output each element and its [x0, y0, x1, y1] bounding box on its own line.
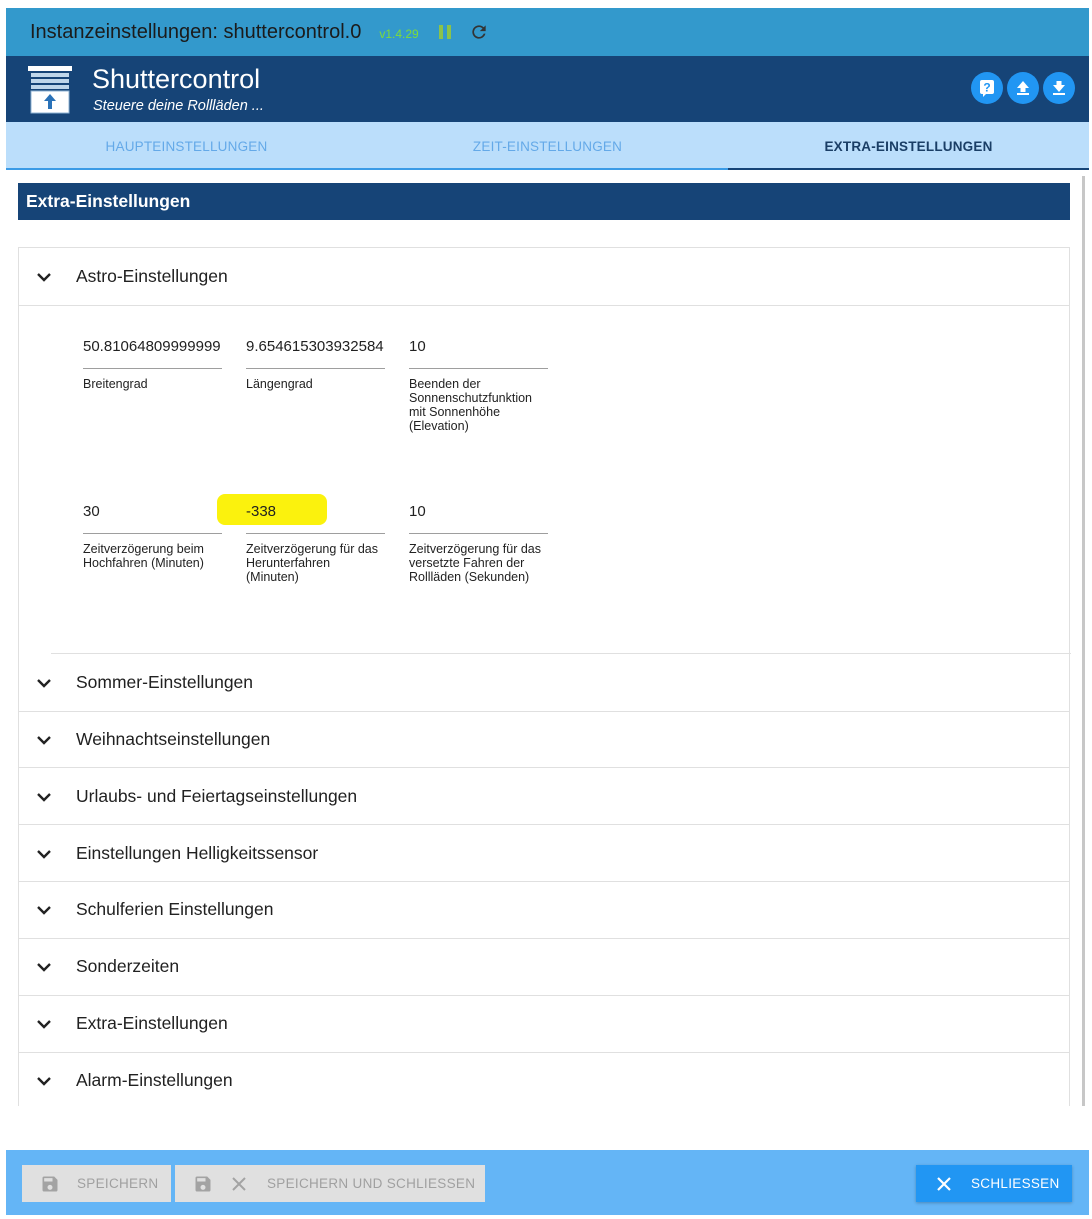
input-underline	[83, 533, 222, 534]
close-label: SCHLIESSEN	[971, 1176, 1060, 1191]
elevation-label: Beenden der Sonnenschutzfunktion mit Son…	[409, 377, 533, 433]
chevron-down-icon	[37, 849, 51, 859]
chevron-down-icon	[37, 792, 51, 802]
staggered-delay-input[interactable]: 10	[409, 500, 548, 523]
latitude-field: 50.81064809999999 Breitengrad	[83, 335, 222, 391]
chevron-down-icon	[37, 1076, 51, 1086]
accordion-label: Schulferien Einstellungen	[76, 899, 274, 919]
delay-up-input[interactable]: 30	[83, 500, 222, 523]
latitude-label: Breitengrad	[83, 377, 148, 391]
accordion-schulferien[interactable]: Schulferien Einstellungen	[19, 881, 1069, 938]
input-underline	[246, 368, 385, 369]
section-title: Extra-Einstellungen	[18, 183, 1070, 220]
chevron-down-icon	[37, 962, 51, 972]
dialog-window: Instanzeinstellungen: shuttercontrol.0 v…	[6, 8, 1089, 1215]
shutter-logo-icon	[28, 66, 72, 114]
close-icon	[232, 1176, 246, 1191]
accordion-sommer[interactable]: Sommer-Einstellungen	[19, 654, 1069, 711]
save-close-label: SPEICHERN UND SCHLIESSEN	[267, 1176, 476, 1191]
help-icon: ?	[980, 80, 994, 97]
accordion-urlaub[interactable]: Urlaubs- und Feiertagseinstellungen	[19, 768, 1069, 825]
accordion-label: Weihnachtseinstellungen	[76, 729, 271, 749]
accordion-label: Urlaubs- und Feiertagseinstellungen	[76, 786, 358, 806]
longitude-label: Längengrad	[246, 377, 313, 391]
scrollbar[interactable]	[1082, 176, 1085, 1106]
close-button[interactable]: SCHLIESSEN	[916, 1165, 1072, 1202]
tab-haupteinstellungen[interactable]: HAUPTEINSTELLUNGEN	[6, 122, 367, 170]
save-close-button[interactable]: SPEICHERN UND SCHLIESSEN	[175, 1165, 485, 1202]
accordion-label: Alarm-Einstellungen	[76, 1070, 233, 1090]
accordion-label: Sonderzeiten	[76, 956, 180, 976]
chevron-down-icon	[37, 735, 51, 745]
elevation-field: 10 Beenden der Sonnenschutzfunktion mit …	[409, 335, 548, 433]
upload-icon	[1017, 81, 1029, 95]
window-title: Instanzeinstellungen: shuttercontrol.0	[30, 20, 362, 43]
tab-extra-einstellungen[interactable]: EXTRA-EINSTELLUNGEN	[728, 122, 1089, 170]
elevation-input[interactable]: 10	[409, 335, 548, 358]
app-name: Shuttercontrol	[92, 64, 261, 94]
download-button[interactable]	[1043, 72, 1075, 104]
save-label: SPEICHERN	[77, 1176, 159, 1191]
delay-down-field: -338 Zeitverzögerung für das Herunterfah…	[246, 500, 385, 584]
accordion-astro[interactable]: Astro-Einstellungen	[19, 248, 1069, 305]
accordion-helligkeit[interactable]: Einstellungen Helligkeitssensor	[19, 825, 1069, 882]
delay-down-label: Zeitverzögerung für das Herunterfahren (…	[246, 542, 379, 584]
delay-down-input[interactable]: -338	[246, 500, 385, 523]
upload-button[interactable]	[1007, 72, 1039, 104]
accordion-label: Sommer-Einstellungen	[76, 672, 254, 692]
chevron-down-icon	[37, 272, 51, 282]
delay-up-label: Zeitverzögerung beim Hochfahren (Minuten…	[83, 542, 204, 570]
svg-text:?: ?	[983, 81, 990, 95]
save-icon	[42, 1176, 58, 1191]
delay-up-field: 30 Zeitverzögerung beim Hochfahren (Minu…	[83, 500, 222, 570]
accordion-panel: Astro-Einstellungen 50.81064809999999 Br…	[18, 247, 1071, 1106]
help-button[interactable]: ?	[971, 72, 1003, 104]
save-icon	[195, 1176, 211, 1191]
input-underline	[409, 368, 548, 369]
pause-icon[interactable]	[438, 25, 451, 39]
accordion-alarm[interactable]: Alarm-Einstellungen	[19, 1052, 1069, 1106]
input-underline	[409, 533, 548, 534]
save-button[interactable]: SPEICHERN	[22, 1165, 171, 1202]
input-underline	[83, 368, 222, 369]
accordion-label: Einstellungen Helligkeitssensor	[76, 843, 319, 863]
accordion-astro-label: Astro-Einstellungen	[76, 266, 228, 286]
latitude-input[interactable]: 50.81064809999999	[83, 335, 222, 358]
staggered-delay-label: Zeitverzögerung für das versetzte Fahren…	[409, 542, 542, 584]
accordion-label: Extra-Einstellungen	[76, 1013, 228, 1033]
chevron-down-icon	[37, 678, 51, 688]
download-icon	[1053, 81, 1065, 95]
input-underline	[246, 533, 385, 534]
version-label: v1.4.29	[379, 26, 419, 41]
accordion-extra[interactable]: Extra-Einstellungen	[19, 995, 1069, 1052]
staggered-delay-field: 10 Zeitverzögerung für das versetzte Fah…	[409, 500, 548, 584]
chevron-down-icon	[37, 1019, 51, 1029]
reload-icon[interactable]	[469, 22, 489, 42]
tab-zeit-einstellungen[interactable]: ZEIT-EINSTELLUNGEN	[367, 122, 728, 170]
divider	[19, 305, 1069, 306]
accordion-sonderzeiten[interactable]: Sonderzeiten	[19, 938, 1069, 995]
app-subtitle: Steuere deine Rollläden ...	[93, 98, 264, 114]
footer-bar: SPEICHERN SPEICHERN UND SCHLIESSEN SCHLI…	[6, 1150, 1089, 1215]
adapter-header: Shuttercontrol Steuere deine Rollläden .…	[6, 56, 1089, 122]
tab-content: Extra-Einstellungen Astro-Einstellungen …	[6, 170, 1089, 1106]
longitude-input[interactable]: 9.654615303932584	[246, 335, 385, 358]
tab-bar: HAUPTEINSTELLUNGEN ZEIT-EINSTELLUNGEN EX…	[6, 122, 1089, 170]
accordion-weihnachten[interactable]: Weihnachtseinstellungen	[19, 711, 1069, 768]
close-icon	[937, 1176, 951, 1191]
title-bar: Instanzeinstellungen: shuttercontrol.0 v…	[6, 8, 1089, 56]
chevron-down-icon	[37, 905, 51, 915]
longitude-field: 9.654615303932584 Längengrad	[246, 335, 385, 391]
